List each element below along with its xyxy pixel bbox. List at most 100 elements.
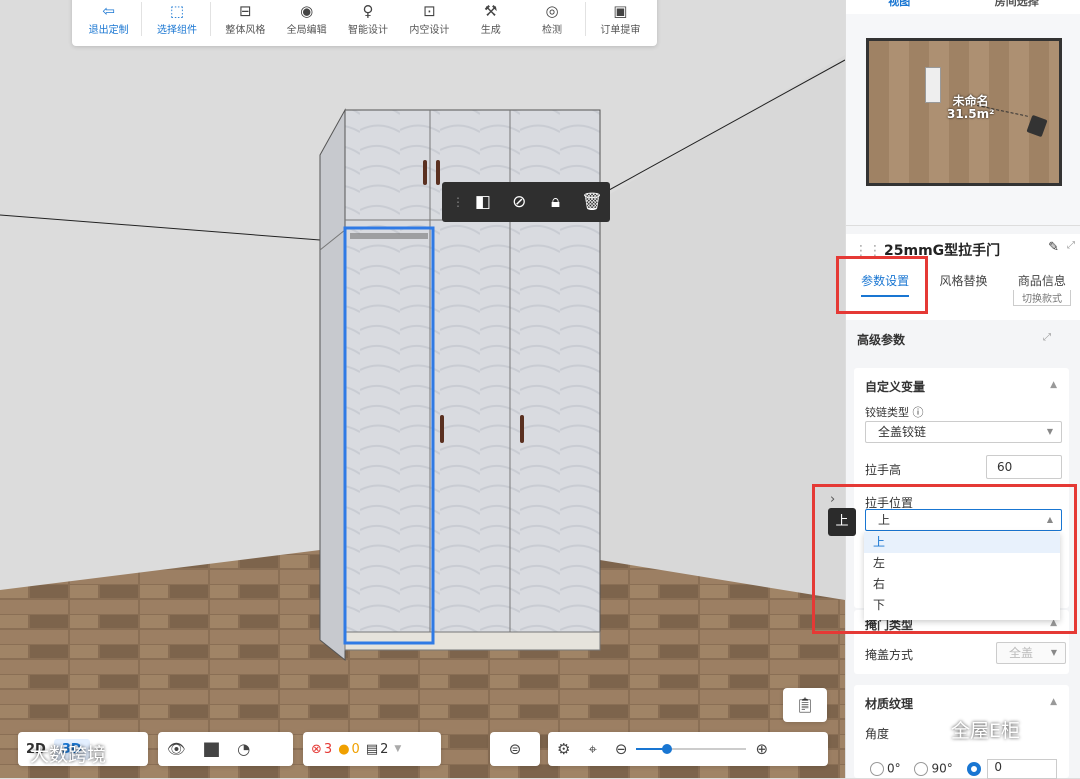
hinge-type-select[interactable]: 全盖铰链 ▼: [865, 421, 1062, 443]
edit-icon[interactable]: ✎: [1048, 240, 1059, 255]
layer-count: 2: [380, 741, 389, 757]
zoom-slider-thumb[interactable]: [662, 744, 673, 754]
inner-space-icon: ⊡: [423, 2, 436, 20]
chevron-up-icon: ▲: [1046, 515, 1053, 524]
generate-icon: ⚒: [483, 2, 498, 20]
watermark-left: 大数跨境: [30, 744, 107, 766]
radio-custom-angle[interactable]: [966, 762, 981, 776]
option-top[interactable]: 上: [864, 532, 1060, 553]
exit-custom-button[interactable]: ⇦ 退出定制: [78, 1, 139, 36]
cover-method-label: 掩盖方式: [865, 648, 914, 662]
divider: [209, 2, 211, 36]
tab-view[interactable]: 视图: [888, 0, 910, 14]
tab-parameters[interactable]: 参数设置: [846, 270, 924, 297]
warning-icon: ●: [338, 741, 350, 757]
handle-position-select[interactable]: 上 ▲: [865, 509, 1062, 531]
camera-zoom-bar: ⚙ ⌖ ⊖ ⊕: [548, 732, 828, 766]
handle-height-label: 拉手高: [865, 463, 902, 477]
object-action-toolbar: ⋮ ◧ ⊘ 🔒︎ 🗑︎: [442, 182, 610, 222]
floor-plan-minimap[interactable]: 未命名 31.5m²: [846, 14, 1080, 226]
status-bar[interactable]: ⊗ 3 ● 0 ▤ 2 ▼: [303, 732, 441, 766]
zoom-in-icon[interactable]: ⊕: [755, 740, 768, 758]
hide-icon[interactable]: ⊘: [501, 192, 537, 212]
focus-icon[interactable]: ⌖: [588, 740, 596, 758]
expand-icon[interactable]: ⤢: [1067, 240, 1075, 251]
detect-button[interactable]: ◎ 检测: [521, 1, 582, 36]
properties-header: ⋮⋮ 25mmG型拉手门 ✎ ⤢ 参数设置 风格替换 商品信息 切换款式: [846, 234, 1080, 320]
main-toolbar: ⇦ 退出定制 ⬚ 选择组件 ⊟ 整体风格 ◉ 全局编辑 ♀ 智能设计 ⊡ 内空设计 ⚒ 生成 …: [72, 0, 657, 46]
smart-design-button[interactable]: ♀ 智能设计: [337, 1, 398, 36]
divider: [584, 2, 586, 36]
angle-label: 角度: [865, 727, 890, 741]
switch-style-button[interactable]: 切换款式: [1013, 290, 1071, 306]
custom-variables-title: 自定义变量: [865, 380, 926, 394]
toggle-bar: ⊜: [490, 732, 540, 766]
zoom-out-icon[interactable]: ⊖: [615, 740, 628, 758]
global-edit-button[interactable]: ◉ 全局编辑: [276, 1, 337, 36]
option-bottom[interactable]: 下: [864, 595, 1060, 616]
gauge-icon[interactable]: ◔: [237, 740, 250, 758]
camera-icon[interactable]: [1026, 114, 1048, 138]
handle-position-dropdown: 上 左 右 下: [864, 532, 1060, 620]
room-area: 31.5m²: [947, 107, 995, 121]
angle-input[interactable]: 0: [987, 759, 1058, 779]
select-component-button[interactable]: ⬚ 选择组件: [146, 1, 207, 36]
lock-icon[interactable]: 🔒︎: [537, 192, 573, 212]
order-icon: ▣: [613, 2, 628, 20]
chevron-down-icon: ▼: [394, 744, 402, 754]
display-tools-bar: 👁︎ ⬛︎ ◔: [158, 732, 293, 766]
camera-settings-icon[interactable]: ⚙: [557, 740, 570, 758]
error-icon: ⊗: [311, 741, 322, 757]
advanced-params-header[interactable]: 高级参数 ⤢: [846, 320, 1080, 366]
option-right[interactable]: 右: [864, 574, 1060, 595]
drag-handle-icon[interactable]: ⋮⋮: [854, 243, 882, 259]
angle-radio-group: 0° 90° 0: [870, 759, 1058, 779]
advanced-params-title: 高级参数: [857, 333, 906, 347]
divider: [141, 2, 143, 36]
exit-icon: ⇦: [102, 2, 115, 20]
layer-icon: ▤: [365, 741, 379, 757]
panel-collapse-icon[interactable]: ›: [830, 492, 844, 507]
chevron-down-icon: ▼: [1046, 427, 1053, 436]
smart-design-icon: ♀: [362, 2, 374, 20]
select-icon: ⬚: [169, 2, 185, 20]
option-left[interactable]: 左: [864, 553, 1060, 574]
wardrobe-marker[interactable]: [925, 67, 941, 103]
tab-room-select[interactable]: 房间选择: [995, 0, 1039, 14]
radio-0-deg[interactable]: [870, 762, 884, 776]
3d-viewport[interactable]: ⇦ 退出定制 ⬚ 选择组件 ⊟ 整体风格 ◉ 全局编辑 ♀ 智能设计 ⊡ 内空设计 ⚒ 生成 …: [0, 0, 845, 778]
tab-style-replace[interactable]: 风格替换: [924, 270, 1002, 297]
handle-height-input[interactable]: 60: [986, 455, 1062, 479]
watermark-right: 全屋E柜: [951, 720, 1021, 742]
cover-method-select[interactable]: 全盖 ▼: [996, 642, 1066, 664]
chevron-down-icon: ▼: [1050, 648, 1057, 657]
switch-icon[interactable]: ⊜: [509, 740, 522, 758]
zoom-slider[interactable]: [636, 744, 747, 754]
delete-icon[interactable]: 🗑︎: [574, 192, 610, 212]
material-title: 材质纹理: [865, 697, 914, 711]
warning-count: 0: [351, 741, 360, 757]
scene-render[interactable]: [0, 0, 845, 778]
detect-icon: ◎: [545, 2, 559, 20]
drag-handle-icon[interactable]: ⋮: [452, 195, 465, 209]
room-name: 未命名: [952, 94, 989, 108]
cube-icon[interactable]: ⬛︎: [204, 740, 219, 758]
room-label: 未命名 31.5m²: [947, 95, 994, 121]
clipboard-icon: 📋︎: [795, 696, 815, 714]
room-plan[interactable]: 未命名 31.5m²: [866, 38, 1062, 186]
collapse-icon[interactable]: ▲: [1050, 697, 1057, 707]
collapse-icon[interactable]: ▲: [1050, 380, 1057, 390]
generate-button[interactable]: ⚒ 生成: [460, 1, 521, 36]
hinge-type-label: 铰链类型 ⓘ: [865, 406, 924, 419]
door-icon[interactable]: ◧: [465, 192, 501, 212]
inner-space-button[interactable]: ⊡ 内空设计: [399, 1, 460, 36]
view-tabs: 视图 房间选择: [846, 0, 1080, 14]
expand-icon[interactable]: ⤢: [1043, 332, 1051, 343]
order-review-button[interactable]: ▣ 订单提审: [590, 1, 651, 36]
overall-style-button[interactable]: ⊟ 整体风格: [215, 1, 276, 36]
radio-90-deg[interactable]: [914, 762, 929, 776]
clipboard-button[interactable]: 📋︎: [783, 688, 827, 722]
eye-icon[interactable]: 👁︎: [167, 740, 186, 758]
global-edit-icon: ◉: [300, 2, 314, 20]
help-icon[interactable]: ⓘ: [913, 406, 924, 419]
